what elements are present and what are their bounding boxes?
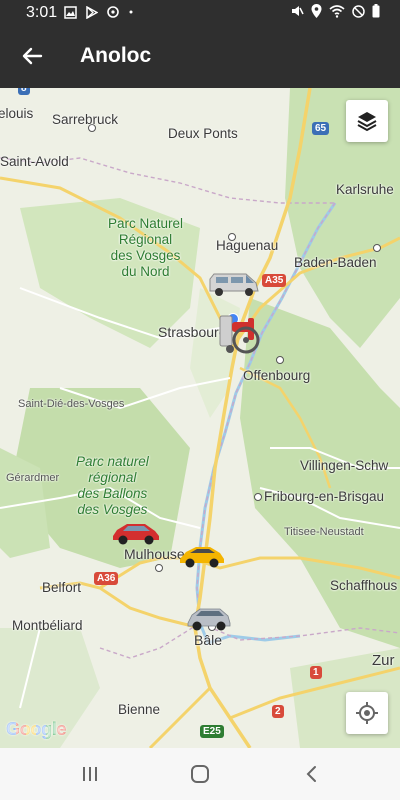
map-layers-button[interactable] bbox=[346, 100, 388, 142]
recents-icon bbox=[83, 767, 97, 781]
my-location-icon bbox=[356, 702, 378, 724]
city-dot-fribourg bbox=[254, 493, 262, 501]
city-dot-mulhouse bbox=[155, 564, 163, 572]
location-icon bbox=[311, 4, 322, 18]
my-location-button[interactable] bbox=[346, 692, 388, 734]
place-belfort: Belfort bbox=[42, 580, 82, 595]
road-badge-e25: E25 bbox=[200, 725, 224, 738]
status-system-icons bbox=[290, 4, 380, 18]
park-vosges-nord-line-4: du Nord bbox=[121, 264, 170, 279]
road-badge-a36: A36 bbox=[94, 572, 119, 585]
google-attribution: Google bbox=[6, 719, 67, 740]
status-notification-icons bbox=[64, 5, 134, 19]
place-haguenau: Haguenau bbox=[216, 238, 279, 253]
park-vosges-nord-line-1: Parc Naturel bbox=[108, 216, 184, 231]
place-villingen: Villingen-Schw bbox=[300, 458, 389, 473]
park-vosges-nord-line-2: Régional bbox=[118, 232, 173, 247]
park-vosges-nord: Parc Naturel Régional des Vosges du Nord bbox=[108, 216, 183, 280]
place-zurich: Zur bbox=[372, 652, 395, 669]
city-dot-baden-baden bbox=[373, 244, 381, 252]
arrow-left-icon bbox=[22, 47, 43, 65]
wheelchair-vehicle-marker[interactable] bbox=[218, 314, 268, 356]
play-store-icon bbox=[86, 5, 98, 19]
place-gerardmer: Gérardmer bbox=[6, 472, 60, 484]
mute-icon bbox=[292, 6, 304, 16]
place-mulhouse: Mulhouse bbox=[124, 546, 185, 562]
park-ballons-vosges-line-3: des Ballons bbox=[77, 486, 148, 501]
status-bar: 3:01 bbox=[0, 0, 400, 26]
road-badge-8: 8 bbox=[18, 88, 30, 95]
image-icon bbox=[64, 5, 77, 19]
park-ballons-vosges-line-2: régional bbox=[88, 470, 137, 485]
red-car-vehicle-marker[interactable] bbox=[111, 520, 161, 546]
battery-icon bbox=[372, 4, 380, 18]
place-bale: Bâle bbox=[194, 632, 223, 648]
recents-button[interactable] bbox=[70, 760, 110, 788]
place-titisee: Titisee-Neustadt bbox=[284, 526, 364, 538]
wifi-icon bbox=[329, 4, 345, 18]
silver-car-vehicle-marker[interactable] bbox=[186, 606, 232, 632]
home-button[interactable] bbox=[180, 760, 220, 788]
place-deux-ponts: Deux Ponts bbox=[168, 126, 238, 141]
place-montbeliard: Montbéliard bbox=[12, 618, 83, 633]
place-fribourg: Fribourg-en-Brisgau bbox=[264, 489, 385, 504]
system-nav-bar bbox=[0, 748, 400, 800]
map-view[interactable]: 8 65 A35 A36 1 2 E25 elouis Sarrebruck D… bbox=[0, 88, 400, 748]
place-sarrelouis: elouis bbox=[0, 106, 34, 121]
yellow-car-vehicle-marker[interactable] bbox=[178, 543, 226, 569]
park-ballons-vosges-line-4: des Vosges bbox=[77, 502, 148, 517]
place-bienne: Bienne bbox=[118, 702, 161, 717]
do-not-disturb-icon bbox=[352, 4, 365, 18]
back-button[interactable] bbox=[14, 38, 50, 74]
place-baden-baden: Baden-Baden bbox=[294, 255, 377, 270]
road-badge-1: 1 bbox=[310, 666, 322, 679]
place-strasbourg: Strasbourg bbox=[158, 324, 227, 340]
road-badge-65: 65 bbox=[312, 122, 330, 135]
van-vehicle-marker[interactable] bbox=[208, 271, 260, 299]
place-saint-avold: Saint-Avold bbox=[0, 154, 69, 169]
google-logo-text: Google bbox=[6, 719, 67, 739]
park-ballons-vosges-line-1: Parc naturel bbox=[76, 454, 149, 469]
road-badge-a35: A35 bbox=[262, 274, 287, 287]
nav-back-icon bbox=[306, 766, 316, 782]
sync-icon bbox=[107, 6, 119, 18]
home-icon bbox=[191, 765, 209, 783]
page-title: Anoloc bbox=[80, 44, 152, 67]
park-ballons-vosges: Parc naturel régional des Ballons des Vo… bbox=[76, 454, 149, 518]
place-saint-die: Saint-Dié-des-Vosges bbox=[18, 398, 125, 410]
status-time: 3:01 bbox=[26, 4, 58, 21]
dot-icon bbox=[129, 10, 133, 14]
place-karlsruhe: Karlsruhe bbox=[336, 182, 394, 197]
road-badge-2: 2 bbox=[272, 705, 284, 718]
place-schaffhouse: Schaffhous bbox=[330, 578, 398, 593]
place-sarrebruck: Sarrebruck bbox=[52, 112, 119, 127]
place-offenbourg: Offenbourg bbox=[243, 368, 311, 383]
park-vosges-nord-line-3: des Vosges bbox=[110, 248, 181, 263]
city-dot-offenbourg bbox=[276, 356, 284, 364]
layers-icon bbox=[357, 112, 377, 132]
app-bar: Anoloc bbox=[0, 26, 400, 88]
nav-back-button[interactable] bbox=[292, 760, 332, 788]
